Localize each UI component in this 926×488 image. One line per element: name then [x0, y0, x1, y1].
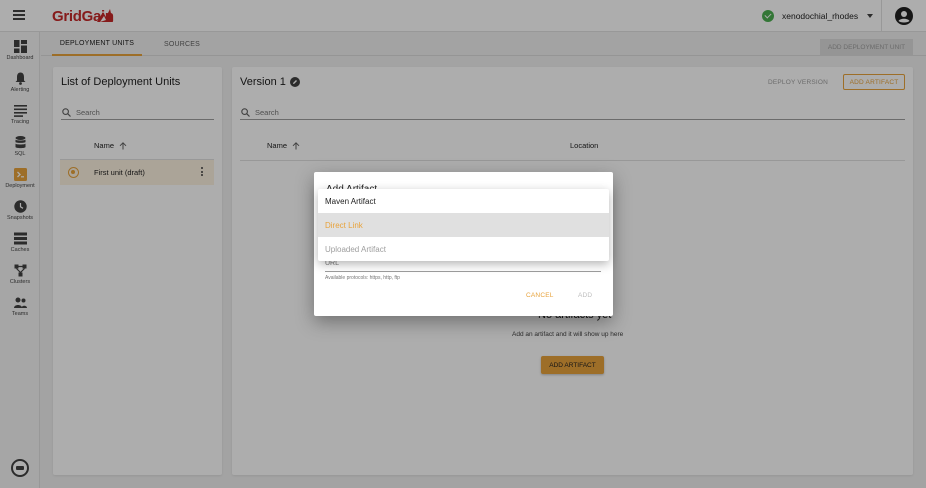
add-button[interactable]: ADD	[578, 292, 592, 299]
option-uploaded-artifact[interactable]: Uploaded Artifact	[318, 237, 609, 261]
artifact-type-dropdown: Maven Artifact Direct Link Uploaded Arti…	[318, 189, 609, 261]
option-direct-link[interactable]: Direct Link	[318, 213, 609, 237]
cancel-button[interactable]: CANCEL	[526, 292, 554, 299]
url-hint: Available protocols: https, http, ftp	[325, 275, 400, 281]
option-maven-artifact[interactable]: Maven Artifact	[318, 189, 609, 213]
url-label: URL	[325, 260, 340, 267]
